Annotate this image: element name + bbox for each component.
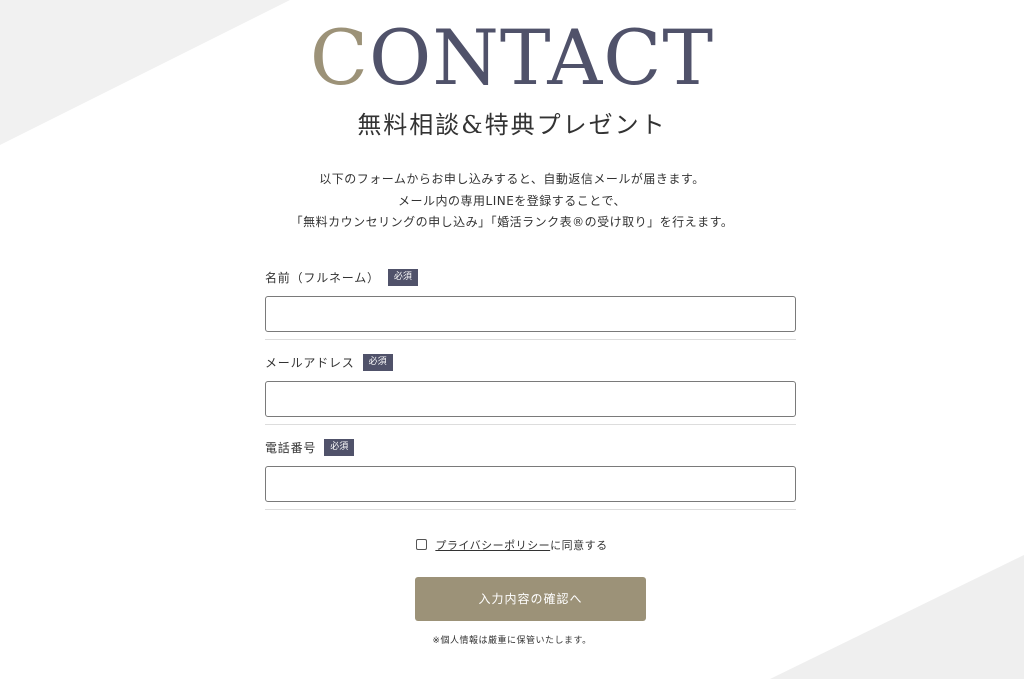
name-label: 名前（フルネーム）	[265, 270, 380, 285]
page-title-first-letter: C	[309, 13, 370, 102]
intro-text: 以下のフォームからお申し込みすると、自動返信メールが届きます。 メール内の専用L…	[0, 169, 1024, 234]
email-input[interactable]	[265, 381, 796, 417]
required-badge: 必須	[324, 438, 355, 456]
email-label-row: メールアドレス 必須	[265, 353, 796, 371]
name-input[interactable]	[265, 296, 796, 332]
email-field-group: メールアドレス 必須	[265, 353, 796, 425]
phone-label: 電話番号	[265, 440, 317, 455]
intro-line-2: メール内の専用LINEを登録することで、	[398, 193, 626, 208]
field-divider	[265, 424, 796, 425]
field-divider	[265, 339, 796, 340]
page-title-rest: ONTACT	[369, 13, 715, 102]
required-badge: 必須	[387, 268, 418, 286]
privacy-note: ※個人情報は厳重に保管いたします。	[432, 636, 592, 646]
confirm-submit-button[interactable]: 入力内容の確認へ	[415, 577, 646, 621]
page-title: CONTACT	[0, 14, 1024, 102]
phone-label-row: 電話番号 必須	[265, 438, 796, 456]
phone-input[interactable]	[265, 466, 796, 502]
privacy-consent: プライバシーポリシーに同意する	[0, 537, 1024, 555]
phone-field-group: 電話番号 必須	[265, 438, 796, 510]
consent-suffix: に同意する	[550, 539, 608, 552]
required-badge: 必須	[362, 353, 393, 371]
name-field-group: 名前（フルネーム） 必須	[265, 268, 796, 340]
email-label: メールアドレス	[265, 355, 355, 370]
name-label-row: 名前（フルネーム） 必須	[265, 268, 796, 286]
intro-line-3: 「無料カウンセリングの申し込み」「婚活ランク表®の受け取り」を行えます。	[290, 215, 734, 229]
page-subtitle: 無料相談&特典プレゼント	[357, 111, 667, 139]
privacy-policy-link[interactable]: プライバシーポリシー	[435, 539, 550, 552]
intro-line-1: 以下のフォームからお申し込みすると、自動返信メールが届きます。	[319, 172, 705, 186]
field-divider	[265, 509, 796, 510]
checkbox-icon[interactable]	[416, 539, 428, 550]
